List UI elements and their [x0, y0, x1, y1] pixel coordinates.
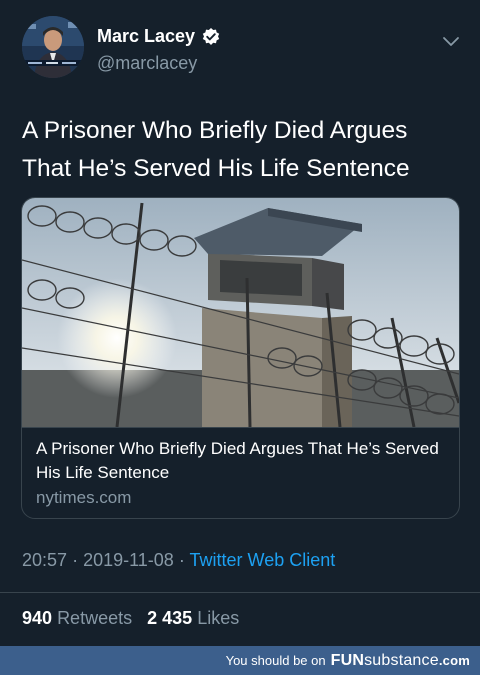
retweets-stat[interactable]: 940 Retweets [22, 608, 132, 628]
brand-bold: FUN [330, 651, 365, 669]
tweet-time[interactable]: 20:57 [22, 550, 67, 570]
footer-prefix: You should be on [225, 653, 326, 668]
tweet-header: Marc Lacey @marclacey [22, 16, 462, 82]
likes-count: 2 435 [147, 608, 193, 628]
watermark-footer: You should be on FUNsubstance.com [0, 646, 480, 675]
brand-tld: .com [438, 652, 470, 668]
link-card[interactable]: A Prisoner Who Briefly Died Argues That … [21, 197, 460, 519]
tweet-text: A Prisoner Who Briefly Died Argues That … [22, 117, 410, 182]
tweet: Marc Lacey @marclacey A Prisoner Who Bri… [0, 0, 480, 646]
meta-separator: · [72, 550, 79, 570]
card-body[interactable]: A Prisoner Who Briefly Died Argues That … [22, 427, 459, 518]
user-name-row[interactable]: Marc Lacey [97, 26, 221, 47]
tweet-stats: 940 Retweets 2 435 Likes [22, 608, 239, 629]
user-name[interactable]: Marc Lacey [97, 26, 195, 47]
likes-stat[interactable]: 2 435 Likes [147, 608, 239, 628]
footer-brand: FUNsubstance.com [331, 652, 470, 670]
chevron-down-icon[interactable] [440, 30, 462, 52]
avatar[interactable] [22, 16, 84, 78]
likes-label: Likes [197, 608, 240, 628]
card-domain: nytimes.com [36, 488, 132, 507]
tweet-meta: 20:57 · 2019-11-08 · Twitter Web Client [22, 550, 335, 571]
verified-badge-icon [201, 27, 221, 47]
user-handle[interactable]: @marclacey [97, 53, 197, 74]
tweet-client-link[interactable]: Twitter Web Client [190, 550, 336, 570]
meta-separator: · [178, 550, 185, 570]
tweet-date[interactable]: 2019-11-08 [83, 550, 174, 570]
retweets-count: 940 [22, 608, 53, 628]
divider [0, 592, 480, 593]
retweets-label: Retweets [57, 608, 133, 628]
card-title[interactable]: A Prisoner Who Briefly Died Argues That … [36, 437, 445, 485]
card-image[interactable] [22, 198, 459, 427]
brand-light: substance [364, 651, 439, 669]
